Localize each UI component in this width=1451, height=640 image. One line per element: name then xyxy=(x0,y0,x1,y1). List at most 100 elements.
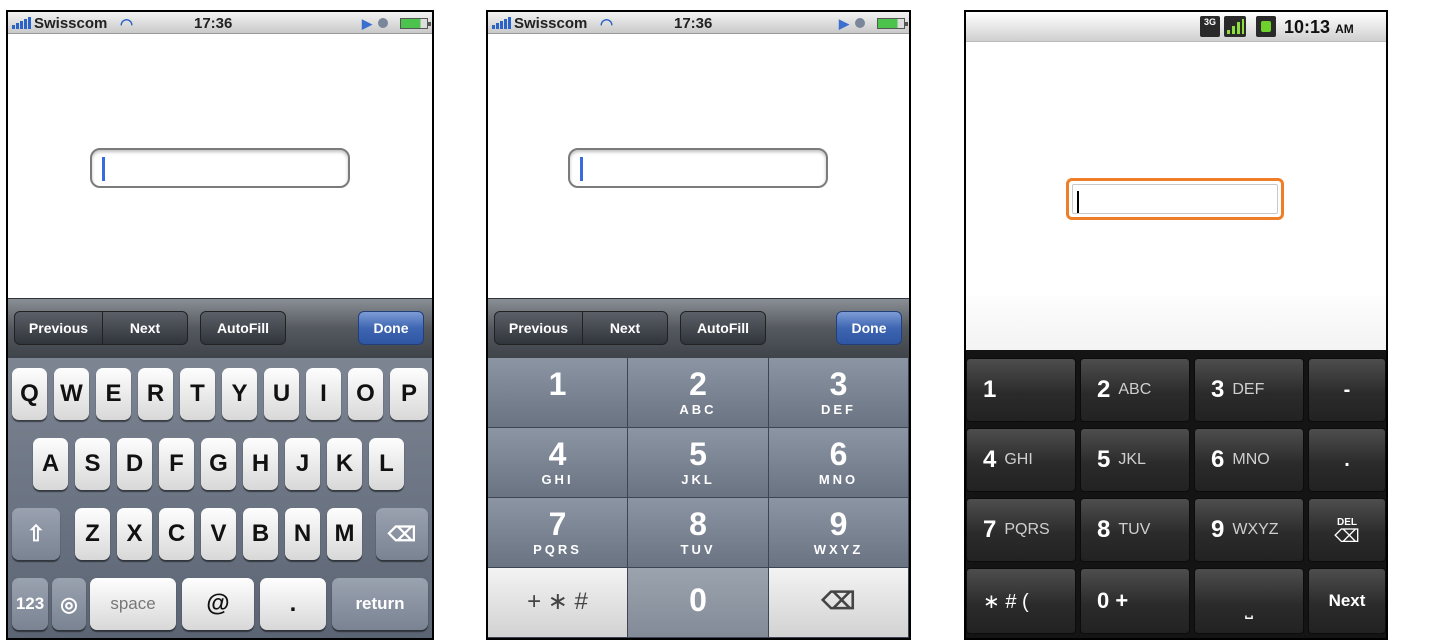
letters: WXYZ xyxy=(813,542,864,557)
phone-key-1[interactable]: 1 xyxy=(966,358,1076,422)
shift-key[interactable]: ⇧ xyxy=(12,508,60,560)
key-j[interactable]: J xyxy=(285,438,320,490)
digit: 8 xyxy=(689,506,707,542)
key-f[interactable]: F xyxy=(159,438,194,490)
key-d[interactable]: D xyxy=(117,438,152,490)
numpad-key-9[interactable]: 9 WXYZ xyxy=(769,498,909,568)
key-g[interactable]: G xyxy=(201,438,236,490)
backspace-key[interactable]: ⌫ xyxy=(376,508,428,560)
phone-key-0[interactable]: 0 + xyxy=(1080,568,1190,634)
key-x[interactable]: X xyxy=(117,508,152,560)
numbers-key[interactable]: 123 xyxy=(12,578,48,630)
zero-plus-label: 0 + xyxy=(1097,588,1129,613)
key-m[interactable]: M xyxy=(327,508,362,560)
numpad-symbols-key[interactable]: + ∗ # xyxy=(488,568,628,638)
numpad-key-3[interactable]: 3 DEF xyxy=(769,358,909,428)
key-c[interactable]: C xyxy=(159,508,194,560)
at-key[interactable]: @ xyxy=(182,578,254,630)
digit: 8 xyxy=(1097,516,1111,543)
letters: TUV xyxy=(1118,521,1151,538)
text-input-inner xyxy=(1072,184,1278,214)
key-p[interactable]: P xyxy=(390,368,428,420)
phone-key-dot[interactable]: . xyxy=(1308,428,1386,492)
text-input[interactable] xyxy=(568,148,828,188)
key-k[interactable]: K xyxy=(327,438,362,490)
key-e[interactable]: E xyxy=(96,368,131,420)
rotation-lock-icon xyxy=(378,18,388,28)
numpad-delete-key[interactable]: ⌫ xyxy=(769,568,909,638)
phone-key-8[interactable]: 8 TUV xyxy=(1080,498,1190,562)
globe-key[interactable]: ◎ xyxy=(52,578,86,630)
key-t[interactable]: T xyxy=(180,368,215,420)
ios-qwerty-screen: Swisscom ◠ 17:36 ▶ Previous Next AutoFil… xyxy=(8,12,432,638)
status-bar: Swisscom ◠ 17:36 ▶ xyxy=(488,12,909,34)
qwerty-keyboard: Q W E R T Y U I O P A S D F G H J K L ⇧ … xyxy=(8,358,432,638)
phone-key-6[interactable]: 6 MNO xyxy=(1194,428,1304,492)
previous-button[interactable]: Previous xyxy=(495,312,582,344)
phone-key-7[interactable]: 7 PQRS xyxy=(966,498,1076,562)
status-time: 17:36 xyxy=(674,15,713,32)
rotation-lock-icon xyxy=(855,18,865,28)
previous-button[interactable]: Previous xyxy=(15,312,102,344)
prev-next-segment: Previous Next xyxy=(494,311,668,345)
phone-key-5[interactable]: 5 JKL xyxy=(1080,428,1190,492)
key-b[interactable]: B xyxy=(243,508,278,560)
space-key[interactable]: space xyxy=(90,578,176,630)
autofill-button[interactable]: AutoFill xyxy=(680,311,766,345)
phone-key-space[interactable]: ⎵ xyxy=(1194,568,1304,634)
next-button[interactable]: Next xyxy=(101,312,187,344)
dot-key[interactable]: . xyxy=(260,578,326,630)
letters: MNO xyxy=(1232,451,1270,468)
key-i[interactable]: I xyxy=(306,368,341,420)
numpad-key-5[interactable]: 5 JKL xyxy=(628,428,769,498)
numpad-key-2[interactable]: 2 ABC xyxy=(628,358,769,428)
phone-key-symbols[interactable]: ∗ # ( xyxy=(966,568,1076,634)
dash-label: - xyxy=(1343,378,1351,401)
autofill-button[interactable]: AutoFill xyxy=(200,311,286,345)
next-button[interactable]: Next xyxy=(1308,568,1386,634)
backspace-icon: ⌫ xyxy=(821,588,856,615)
digit: 7 xyxy=(983,516,997,543)
key-a[interactable]: A xyxy=(33,438,68,490)
key-h[interactable]: H xyxy=(243,438,278,490)
digit: 6 xyxy=(829,436,848,472)
key-o[interactable]: O xyxy=(348,368,383,420)
ios-numpad-screen: Swisscom ◠ 17:36 ▶ Previous Next AutoFil… xyxy=(488,12,909,638)
text-input[interactable] xyxy=(90,148,350,188)
shift-icon: ⇧ xyxy=(26,521,46,546)
key-y[interactable]: Y xyxy=(222,368,257,420)
done-button[interactable]: Done xyxy=(836,311,902,345)
key-q[interactable]: Q xyxy=(12,368,47,420)
android-screen: 3G 10:13 AM 1 2 ABC 3 DEF - 4 GHI 5 JKL … xyxy=(966,12,1386,638)
letters: ABC xyxy=(679,402,717,417)
play-icon: ▶ xyxy=(362,16,372,31)
numpad-key-4[interactable]: 4 GHI xyxy=(488,428,628,498)
key-z[interactable]: Z xyxy=(75,508,110,560)
key-u[interactable]: U xyxy=(264,368,299,420)
phone-key-dash[interactable]: - xyxy=(1308,358,1386,422)
key-l[interactable]: L xyxy=(369,438,404,490)
numpad-key-1[interactable]: 1 xyxy=(488,358,628,428)
phone-key-3[interactable]: 3 DEF xyxy=(1194,358,1304,422)
key-r[interactable]: R xyxy=(138,368,173,420)
numpad-key-7[interactable]: 7 PQRS xyxy=(488,498,628,568)
digit: 1 xyxy=(548,366,567,402)
key-n[interactable]: N xyxy=(285,508,320,560)
status-ampm: AM xyxy=(1335,22,1354,36)
phone-key-9[interactable]: 9 WXYZ xyxy=(1194,498,1304,562)
phone-key-delete[interactable]: DEL ⌫ xyxy=(1308,498,1386,562)
return-key[interactable]: return xyxy=(332,578,428,630)
done-button[interactable]: Done xyxy=(358,311,424,345)
numpad-key-6[interactable]: 6 MNO xyxy=(769,428,909,498)
key-w[interactable]: W xyxy=(54,368,89,420)
phone-key-4[interactable]: 4 GHI xyxy=(966,428,1076,492)
letters: WXYZ xyxy=(1232,521,1279,538)
next-button[interactable]: Next xyxy=(581,312,667,344)
key-v[interactable]: V xyxy=(201,508,236,560)
phone-key-2[interactable]: 2 ABC xyxy=(1080,358,1190,422)
key-s[interactable]: S xyxy=(75,438,110,490)
numpad-key-8[interactable]: 8 TUV xyxy=(628,498,769,568)
letters: JKL xyxy=(1118,451,1146,468)
numpad-key-0[interactable]: 0 xyxy=(628,568,769,638)
text-input[interactable] xyxy=(1066,178,1284,220)
